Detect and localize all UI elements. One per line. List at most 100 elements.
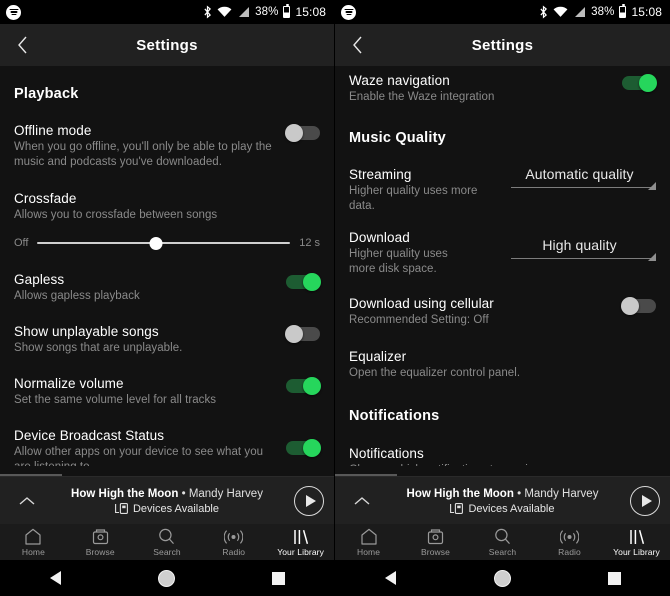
home-icon: [360, 527, 378, 545]
tab-label: Your Library: [613, 547, 660, 557]
crossfade-slider[interactable]: [37, 235, 291, 251]
status-bar-left: 38% 15:08: [0, 0, 334, 24]
setting-row-equalizer[interactable]: Equalizer Open the equalizer control pan…: [349, 348, 656, 381]
download-quality-dropdown[interactable]: High quality: [511, 237, 656, 262]
setting-title: Show unplayable songs: [14, 324, 159, 339]
radio-icon: [560, 527, 579, 545]
search-icon: [494, 527, 511, 545]
setting-row-waze-navigation[interactable]: Waze navigation Enable the Waze integrat…: [349, 72, 657, 105]
app-header-right: Settings: [335, 24, 670, 66]
play-icon: [305, 494, 316, 507]
tab-your-library[interactable]: Your Library: [267, 527, 334, 557]
expand-player-button[interactable]: [345, 496, 379, 506]
bluetooth-icon: [204, 5, 212, 19]
setting-row-notifications[interactable]: Notifications Choose which notifications…: [349, 445, 656, 466]
nav-home-icon: [158, 569, 176, 587]
tab-browse[interactable]: Browse: [67, 527, 134, 557]
dual-screenshot-comparison: 38% 15:08 Settings Playback Offline mode…: [0, 0, 670, 596]
nav-home-button[interactable]: [111, 569, 222, 587]
setting-subtitle: Allows you to crossfade between songs: [14, 209, 218, 221]
setting-subtitle: Open the equalizer control panel.: [349, 367, 521, 379]
nav-home-icon: [494, 569, 511, 587]
battery-percent: 38%: [255, 6, 279, 18]
slider-thumb[interactable]: [149, 236, 163, 250]
setting-subtitle: Recommended Setting: Off: [349, 314, 489, 326]
nav-home-button[interactable]: [447, 569, 559, 587]
tab-radio[interactable]: Radio: [536, 527, 603, 557]
devices-available-text: Devices Available: [468, 502, 555, 515]
download-using-cellular-toggle[interactable]: [621, 297, 656, 315]
browse-icon: [427, 527, 444, 545]
app-header-left: Settings: [0, 24, 334, 66]
setting-row-device-broadcast-status[interactable]: Device Broadcast Status Allow other apps…: [14, 427, 321, 466]
setting-row-show-unplayable-songs[interactable]: Show unplayable songs Show songs that ar…: [14, 323, 320, 356]
chevron-left-icon: [17, 36, 27, 54]
wifi-icon: [553, 6, 568, 17]
tab-browse[interactable]: Browse: [402, 527, 469, 557]
library-icon: [292, 527, 310, 545]
chevron-left-icon: [352, 36, 362, 54]
bottom-tab-bar-right[interactable]: Home Browse Search Radio Your Library: [335, 524, 670, 560]
tab-label: Home: [21, 547, 45, 557]
tab-radio[interactable]: Radio: [200, 527, 267, 557]
device-broadcast-status-toggle[interactable]: [286, 439, 321, 457]
back-button[interactable]: [335, 24, 379, 66]
cellular-signal-icon: [239, 7, 250, 17]
setting-title: Download using cellular: [349, 296, 494, 311]
settings-list-right[interactable]: Waze navigation Enable the Waze integrat…: [335, 66, 670, 466]
setting-subtitle: Choose which notifications to receive.: [349, 463, 648, 466]
now-playing-info[interactable]: How High the Moon • Mandy Harvey Devices…: [44, 487, 290, 515]
setting-row-streaming[interactable]: Streaming Higher quality uses more data.…: [349, 166, 656, 214]
normalize-volume-toggle[interactable]: [286, 377, 321, 395]
tab-label: Search: [153, 547, 181, 557]
devices-available-row[interactable]: Devices Available: [379, 503, 626, 515]
now-playing-bar-left[interactable]: How High the Moon • Mandy Harvey Devices…: [0, 476, 334, 524]
nav-recents-icon: [607, 571, 621, 585]
tab-your-library[interactable]: Your Library: [603, 527, 670, 557]
nav-back-button[interactable]: [0, 571, 111, 585]
now-playing-info[interactable]: How High the Moon • Mandy Harvey Devices…: [379, 487, 626, 515]
tab-home[interactable]: Home: [335, 527, 402, 557]
setting-row-offline-mode[interactable]: Offline mode When you go offline, you'll…: [14, 122, 320, 170]
bottom-tab-bar-left[interactable]: Home Browse Search Radio Your Library: [0, 524, 334, 560]
setting-row-crossfade[interactable]: Crossfade Allows you to crossfade betwee…: [14, 190, 320, 223]
devices-available-row[interactable]: Devices Available: [44, 503, 290, 515]
android-nav-bar-right[interactable]: [335, 560, 670, 596]
browse-icon: [92, 527, 109, 545]
offline-mode-toggle[interactable]: [285, 124, 320, 142]
tab-search[interactable]: Search: [469, 527, 536, 557]
tab-search[interactable]: Search: [134, 527, 201, 557]
play-button[interactable]: [630, 485, 660, 516]
settings-list-left[interactable]: Playback Offline mode When you go offlin…: [0, 66, 334, 466]
tab-home[interactable]: Home: [0, 527, 67, 557]
setting-subtitle: Higher quality uses more data.: [349, 185, 478, 212]
expand-player-button[interactable]: [10, 496, 44, 506]
setting-subtitle: Enable the Waze integration: [349, 91, 495, 103]
dropdown-arrow-icon: [648, 182, 656, 190]
gapless-toggle[interactable]: [286, 273, 321, 291]
dropdown-underline: [511, 187, 656, 188]
nav-recents-button[interactable]: [558, 571, 670, 585]
nav-back-icon: [385, 571, 397, 585]
status-bar-right: 38% 15:08: [335, 0, 670, 24]
bluetooth-icon: [540, 5, 548, 19]
right-settings-screen: 38% 15:08 Settings Waze navigation Enabl…: [335, 0, 670, 596]
streaming-quality-dropdown[interactable]: Automatic quality: [511, 166, 656, 191]
android-nav-bar-left[interactable]: [0, 560, 334, 596]
setting-row-download[interactable]: Download Higher quality uses more disk s…: [349, 229, 656, 277]
waze-navigation-toggle[interactable]: [622, 74, 657, 92]
setting-row-normalize-volume[interactable]: Normalize volume Set the same volume lev…: [14, 375, 321, 408]
setting-title: Notifications: [349, 446, 424, 461]
crossfade-slider-row[interactable]: Off 12 s: [14, 235, 320, 251]
nav-back-button[interactable]: [335, 571, 447, 585]
now-playing-bar-right[interactable]: How High the Moon • Mandy Harvey Devices…: [335, 476, 670, 524]
back-button[interactable]: [0, 24, 44, 66]
nav-recents-button[interactable]: [223, 571, 334, 585]
setting-title: Crossfade: [14, 191, 77, 206]
play-button[interactable]: [294, 485, 324, 516]
show-unplayable-songs-toggle[interactable]: [285, 325, 320, 343]
setting-title: Download: [349, 230, 410, 245]
setting-title: Equalizer: [349, 349, 407, 364]
setting-row-gapless[interactable]: Gapless Allows gapless playback: [14, 271, 321, 304]
setting-row-download-using-cellular[interactable]: Download using cellular Recommended Sett…: [349, 295, 656, 328]
